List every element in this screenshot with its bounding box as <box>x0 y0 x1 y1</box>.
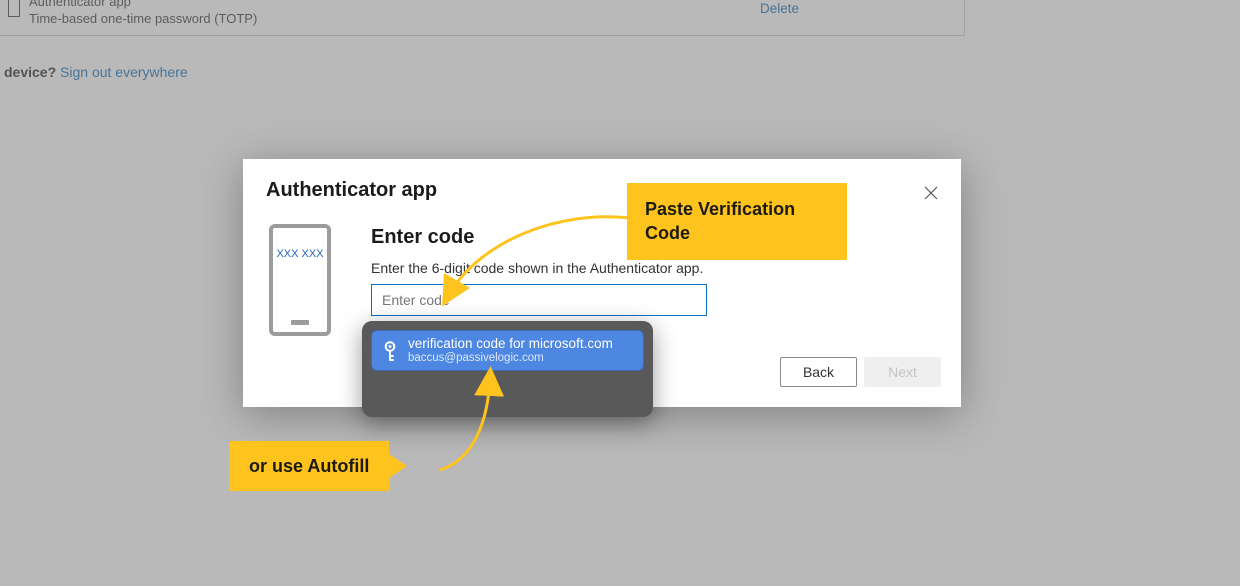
modal-title: Authenticator app <box>266 179 437 202</box>
svg-text:XXX XXX: XXX XXX <box>276 248 324 260</box>
enter-code-heading: Enter code <box>371 226 474 249</box>
autofill-suggestion[interactable]: verification code for microsoft.com bacc… <box>371 330 644 371</box>
enter-code-description: Enter the 6-digit code shown in the Auth… <box>371 260 703 276</box>
key-icon <box>382 341 398 361</box>
autofill-title: verification code for microsoft.com <box>408 336 613 352</box>
autofill-popup: verification code for microsoft.com bacc… <box>362 321 653 417</box>
callout-autofill: or use Autofill <box>229 441 389 491</box>
code-input[interactable] <box>371 284 707 316</box>
next-button: Next <box>864 357 941 387</box>
phone-icon: XXX XXX <box>269 224 331 336</box>
back-button[interactable]: Back <box>780 357 857 387</box>
autofill-account: baccus@passivelogic.com <box>408 352 613 366</box>
callout-paste: Paste Verification Code <box>627 183 847 260</box>
close-icon <box>924 186 938 200</box>
close-button[interactable] <box>921 183 941 203</box>
